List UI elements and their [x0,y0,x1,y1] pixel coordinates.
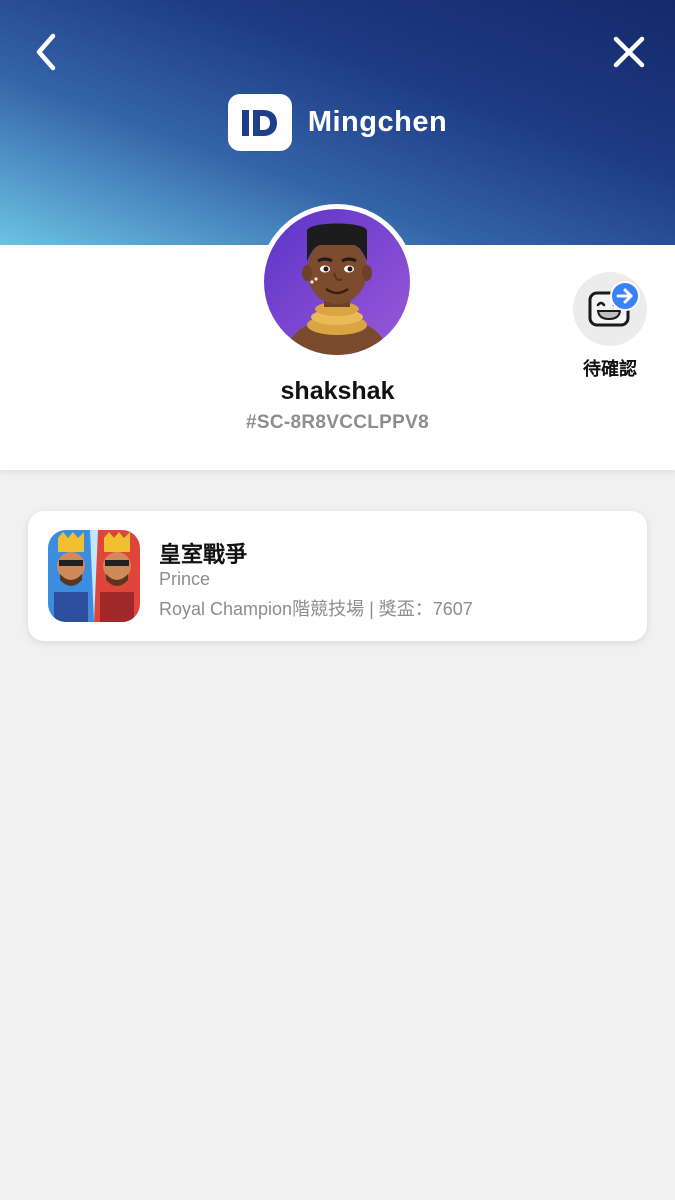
avatar-icon [264,209,410,355]
pending-label: 待確認 [583,359,637,379]
chevron-left-icon [36,33,56,71]
id-logo-icon [241,109,277,136]
user-tag: #SC-8R8VCCLPPV8 [246,412,429,433]
game-subtitle: Prince [159,569,211,589]
avatar[interactable] [259,204,415,360]
clash-royale-icon [48,530,140,622]
game-card[interactable]: 皇室戰爭 Prince Royal Champion階競技場 | 獎盃：7607 [28,511,647,641]
close-button[interactable] [607,30,651,74]
brand-name: Mingchen [307,106,448,138]
close-icon [613,36,645,68]
back-button[interactable] [24,30,68,74]
brand-logo [227,94,292,151]
arrow-right-icon [610,281,640,311]
pending-button[interactable]: 待確認 [570,272,650,382]
game-detail: Royal Champion階競技場 | 獎盃：7607 [159,599,473,619]
brand: Mingchen [0,94,675,151]
game-title: 皇室戰爭 [159,542,248,567]
